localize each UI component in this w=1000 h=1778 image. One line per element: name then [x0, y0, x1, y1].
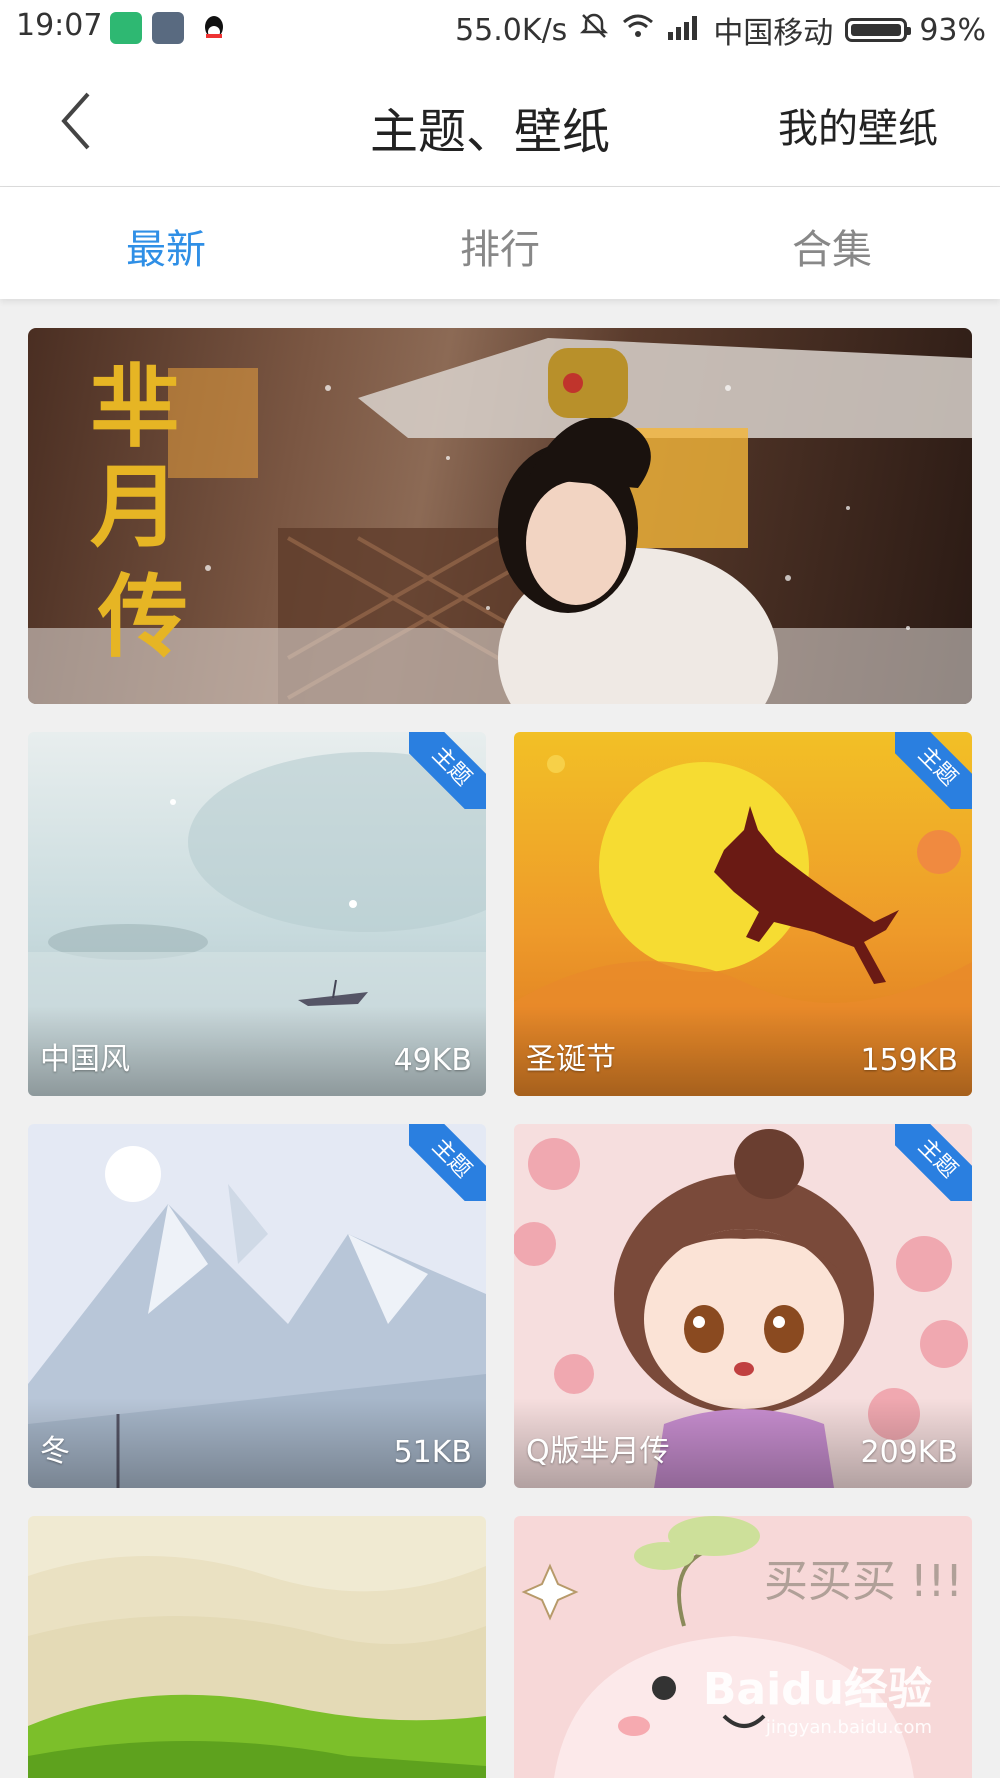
shield-app-icon	[110, 12, 142, 44]
net-speed: 55.0K/s	[455, 12, 568, 48]
card-art	[28, 1556, 486, 1778]
wifi-icon	[621, 11, 655, 49]
card-size: 51KB	[393, 1435, 472, 1470]
theme-badge: 主题	[409, 732, 486, 809]
card-title: 中国风	[40, 1042, 130, 1077]
card-size: 209KB	[860, 1435, 958, 1470]
watermark-brand: Baidu经验	[702, 1664, 932, 1715]
signal-icon	[667, 13, 701, 48]
qq-app-icon	[198, 12, 230, 44]
scissors-app-icon	[152, 12, 184, 44]
carrier: 中国移动	[713, 16, 834, 51]
banner-calligraphy-3: 传	[97, 564, 188, 670]
card-art: 买买买 !!!	[521, 1516, 963, 1778]
my-wallpaper-button[interactable]: 我的壁纸	[778, 96, 938, 154]
tab-ranking[interactable]: 排行	[460, 217, 540, 275]
card-size: 49KB	[393, 1043, 472, 1078]
mute-icon	[579, 11, 609, 49]
watermark-url: jingyan.baidu.com	[765, 1717, 932, 1738]
tab-bar: 最新 排行 合集	[0, 187, 1000, 299]
theme-card[interactable]: 主题 冬 51KB	[28, 1124, 486, 1488]
card-size: 159KB	[860, 1043, 958, 1078]
card-title: 冬	[40, 1434, 70, 1469]
theme-badge: 主题	[895, 732, 972, 809]
theme-card[interactable]: 主题 圣诞节 159KB	[514, 732, 972, 1096]
app-header: 主题、壁纸 我的壁纸	[0, 56, 1000, 187]
featured-banner[interactable]: 芈 月 传	[28, 328, 972, 704]
page-title: 主题、壁纸	[370, 104, 611, 160]
battery-percent: 93%	[919, 12, 986, 48]
status-bar: 19:07 55.0K/s 中国移动 93%	[0, 0, 1000, 56]
status-time: 19:07	[16, 8, 103, 43]
tab-latest[interactable]: 最新	[126, 217, 206, 275]
theme-card[interactable]: 主题 Q版芈月传 209KB	[514, 1124, 972, 1488]
theme-card[interactable]	[28, 1516, 486, 1778]
status-right: 55.0K/s 中国移动 93%	[455, 8, 986, 52]
banner-calligraphy-1: 芈	[90, 354, 180, 460]
chevron-left-icon	[61, 92, 90, 150]
card-title: 圣诞节	[526, 1042, 616, 1077]
card-title: Q版芈月传	[526, 1434, 670, 1469]
theme-badge: 主题	[409, 1124, 486, 1201]
back-button[interactable]	[56, 86, 116, 156]
theme-card[interactable]: 主题 中国风 49KB	[28, 732, 486, 1096]
banner-calligraphy-2: 月	[90, 454, 180, 560]
theme-card[interactable]: 买买买 !!! Baidu经验 jingyan.baidu.com	[514, 1516, 972, 1778]
battery-icon	[845, 18, 912, 42]
watermark: Baidu经验 jingyan.baidu.com	[703, 1653, 932, 1738]
tab-collection[interactable]: 合集	[792, 217, 872, 275]
theme-badge: 主题	[895, 1124, 972, 1201]
card-art-text: 买买买 !!!	[764, 1556, 963, 1607]
banner-art: 芈 月 传	[28, 338, 972, 704]
